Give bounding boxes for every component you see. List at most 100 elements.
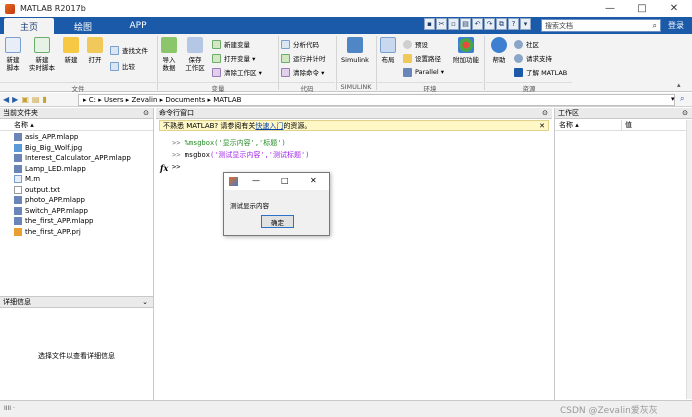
forward-icon[interactable]: ▶ [12, 95, 18, 104]
mlapp-file-icon [14, 206, 22, 215]
parallel-button[interactable]: Parallel ▾ [403, 67, 444, 77]
open-variable-icon [212, 53, 221, 63]
run-and-time-button[interactable]: 运行并计时 [281, 53, 326, 63]
panel-menu-icon[interactable]: ⊙ [542, 109, 548, 117]
search-icon[interactable]: ⌕ [653, 21, 657, 31]
list-item[interactable]: the_first_APP.prj [0, 227, 153, 238]
command-line: >> %msgbox('显示内容','标题') [172, 139, 286, 147]
command-prompt[interactable]: >> [172, 163, 180, 171]
details-header[interactable]: 详细信息 ⌄ [0, 297, 153, 308]
find-files-button[interactable]: 查找文件 [110, 45, 148, 55]
clear-commands-button[interactable]: 清除命令 ▾ [281, 67, 324, 77]
new-variable-button[interactable]: 新建变量 [212, 39, 250, 49]
paste-icon[interactable]: ▤ [460, 18, 471, 30]
clear-workspace-button[interactable]: 清除工作区 ▾ [212, 67, 262, 77]
dialog-minimize-button[interactable]: — [252, 176, 260, 185]
close-tip-icon[interactable]: ✕ [539, 122, 545, 130]
workspace-panel: 工作区 ⊙ 名称 ▴ 值 [554, 108, 692, 400]
list-item[interactable]: the_first_APP.mlapp [0, 216, 153, 227]
scrollbar[interactable] [686, 120, 692, 399]
help-button[interactable]: 帮助 [490, 37, 508, 64]
list-item[interactable]: Interest_Calculator_APP.mlapp [0, 153, 153, 164]
list-item[interactable]: Big_Big_Wolf.jpg [0, 143, 153, 154]
collapse-ribbon-icon[interactable]: ▴ [677, 81, 681, 89]
dialog-close-button[interactable]: ✕ [310, 176, 317, 185]
code-group-title: 代码 [279, 82, 335, 93]
list-item[interactable]: asis_APP.mlapp [0, 132, 153, 143]
list-item[interactable]: M.m [0, 174, 153, 185]
resources-group-title: 资源 [486, 82, 572, 93]
m-file-icon [14, 175, 22, 184]
tab-apps[interactable]: APP [112, 18, 164, 34]
list-item[interactable]: Lamp_LED.mlapp [0, 164, 153, 175]
pin-icon[interactable]: ▾ [520, 18, 531, 30]
new-live-script-icon [34, 37, 50, 53]
simulink-button[interactable]: Simulink [340, 37, 370, 64]
chevron-down-icon[interactable]: ⌄ [142, 298, 148, 306]
path-dropdown-icon[interactable]: ▾ [671, 95, 675, 103]
search-input[interactable]: 搜索文档 ⌕ [541, 19, 661, 32]
maximize-button[interactable]: □ [626, 0, 658, 17]
command-window[interactable]: 命令行窗口 ⊙ 不熟悉 MATLAB? 请参阅有关 快速入门 的资源。 ✕ >>… [156, 108, 552, 400]
tab-plots[interactable]: 绘图 [58, 18, 108, 34]
current-path-field[interactable]: ▸ C: ▸ Users ▸ Zevalin ▸ Documents ▸ MAT… [78, 94, 675, 106]
minimize-button[interactable]: — [594, 0, 626, 17]
new-script-icon [5, 37, 21, 53]
panel-menu-icon[interactable]: ⊙ [143, 109, 149, 117]
getting-started-link[interactable]: 快速入门 [255, 121, 283, 131]
mlapp-file-icon [14, 154, 22, 163]
ok-button[interactable]: 确定 [261, 215, 294, 228]
save-icon[interactable]: ▪ [424, 18, 435, 30]
help-icon[interactable]: ? [508, 18, 519, 30]
close-button[interactable]: ✕ [658, 0, 690, 17]
up-folder-icon[interactable]: ▣ [21, 95, 29, 104]
set-path-button[interactable]: 设置路径 [403, 53, 441, 63]
details-panel: 详细信息 ⌄ 选择文件以查看详细信息 [0, 296, 154, 400]
undo-icon[interactable]: ↶ [472, 18, 483, 30]
list-item[interactable]: output.txt [0, 185, 153, 196]
workspace-table-header[interactable]: 名称 ▴ 值 [555, 120, 687, 131]
learn-matlab-button[interactable]: 了解 MATLAB [514, 67, 567, 77]
new-button[interactable]: 新建 [62, 37, 80, 64]
cut-icon[interactable]: ✂ [436, 18, 447, 30]
save-workspace-button[interactable]: 保存 工作区 [183, 37, 207, 72]
copy-icon[interactable]: ▫ [448, 18, 459, 30]
redo-icon[interactable]: ↷ [484, 18, 495, 30]
addons-button[interactable]: 附加功能 [451, 37, 481, 64]
new-live-script-button[interactable]: 新建 实时脚本 [27, 37, 57, 72]
import-data-button[interactable]: 导入 数据 [160, 37, 178, 72]
new-script-button[interactable]: 新建 脚本 [4, 37, 22, 72]
help-icon [491, 37, 507, 53]
login-link[interactable]: 登录 [668, 20, 684, 31]
current-folder-panel: 当前文件夹 ⊙ 名称 ▴ asis_APP.mlapp Big_Big_Wolf… [0, 108, 154, 296]
layout-button[interactable]: 布局 [379, 37, 397, 64]
back-icon[interactable]: ◀ [3, 95, 9, 104]
import-data-icon [161, 37, 177, 53]
open-button[interactable]: 打开 [86, 37, 104, 64]
command-line: >> msgbox('测试显示内容','测试标题') [172, 151, 310, 159]
file-list-header[interactable]: 名称 ▴ [0, 120, 153, 131]
panel-menu-icon[interactable]: ⊙ [682, 109, 688, 117]
search-folder-icon[interactable]: ⌕ [680, 94, 684, 104]
list-item[interactable]: photo_APP.mlapp [0, 195, 153, 206]
request-support-button[interactable]: 请求支持 [514, 53, 552, 63]
clear-commands-icon [281, 67, 290, 77]
dialog-maximize-button[interactable]: □ [281, 176, 289, 185]
dialog-title-bar: — □ ✕ [224, 173, 329, 190]
fx-icon[interactable]: fx [160, 163, 168, 173]
browse-folder-icon[interactable]: ▤ [32, 95, 40, 104]
community-button[interactable]: 社区 [514, 39, 539, 49]
compare-button[interactable]: 比较 [110, 61, 135, 71]
set-path-icon [403, 53, 412, 63]
ribbon: 新建 脚本 新建 实时脚本 新建 打开 查找文件 比较 文件 导入 数据 保存 … [0, 34, 692, 93]
list-item[interactable]: Switch_APP.mlapp [0, 206, 153, 217]
open-variable-button[interactable]: 打开变量 ▾ [212, 53, 255, 63]
save-workspace-icon [187, 37, 203, 53]
preferences-button[interactable]: 预设 [403, 39, 428, 49]
address-bar: ◀ ▶ ▣ ▤ ▮ ▸ C: ▸ Users ▸ Zevalin ▸ Docum… [0, 93, 692, 107]
details-message: 选择文件以查看详细信息 [38, 352, 115, 360]
switch-windows-icon[interactable]: ⧉ [496, 18, 507, 30]
analyze-code-button[interactable]: 分析代码 [281, 39, 319, 49]
tab-home[interactable]: 主页 [4, 18, 54, 34]
folder-open-icon [87, 37, 103, 53]
